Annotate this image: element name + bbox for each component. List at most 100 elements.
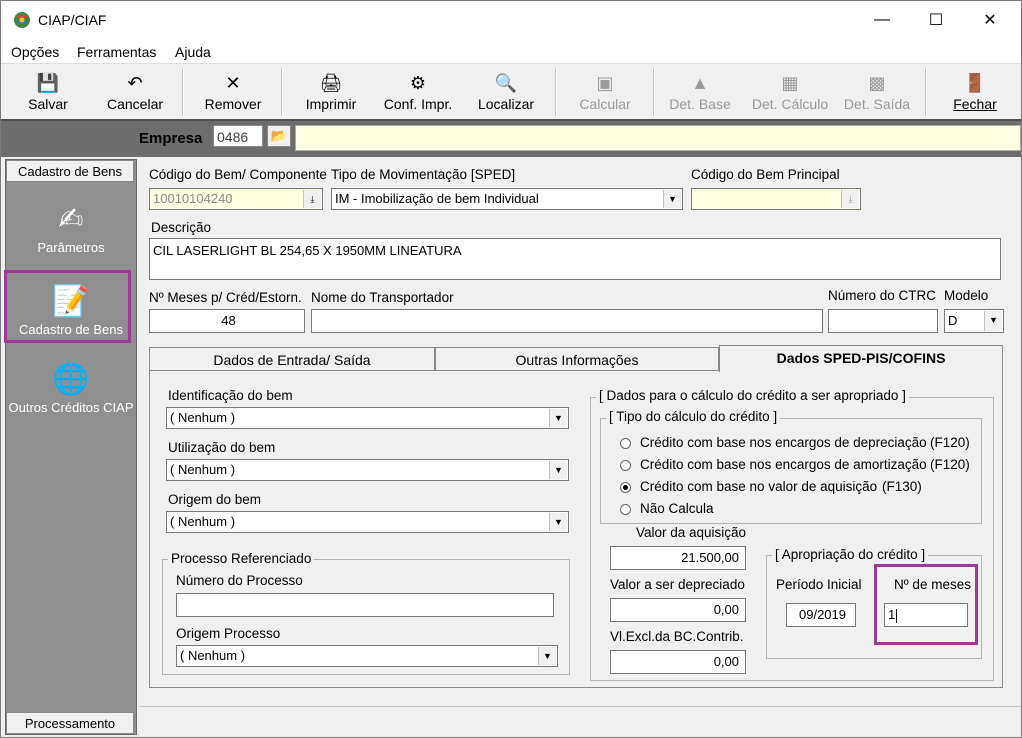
- ctrc-field[interactable]: [828, 309, 938, 333]
- transportador-label: Nome do Transportador: [311, 290, 454, 305]
- menu-ferramentas[interactable]: Ferramentas: [77, 44, 156, 60]
- exit-door-icon: 🚪: [963, 73, 987, 93]
- meses-label: Nº Meses p/ Créd/Estorn.: [149, 290, 302, 305]
- codigo-principal-label: Código do Bem Principal: [691, 167, 840, 182]
- apropriacao-group-title: [ Apropriação do crédito ]: [772, 547, 929, 562]
- origem-processo-label: Origem Processo: [176, 626, 281, 641]
- app-window: CIAP/CIAF — ☐ ✕ Opções Ferramentas Ajuda…: [0, 0, 1022, 738]
- transportador-field[interactable]: [311, 309, 823, 333]
- empresa-code-field[interactable]: 0486: [213, 125, 263, 147]
- tab-entrada-saida[interactable]: Dados de Entrada/ Saída: [149, 347, 435, 371]
- sidebar-footer[interactable]: Processamento: [6, 712, 134, 734]
- radio-valor-aquisicao[interactable]: [620, 482, 631, 493]
- sidebar-header[interactable]: Cadastro de Bens: [6, 160, 134, 182]
- sidebar: Cadastro de Bens ✍ Parâmetros 📝 Cadastro…: [5, 159, 137, 735]
- det-base-button[interactable]: ▲ Det. Base: [667, 64, 733, 120]
- window-title: CIAP/CIAF: [38, 12, 107, 28]
- det-calculo-button[interactable]: ▦ Det. Cálculo: [747, 64, 833, 120]
- empresa-label: Empresa: [139, 130, 203, 147]
- calculator-icon: ▦: [781, 73, 799, 93]
- radio-valor-aquisicao-label: Crédito com base no valor de aquisição: [640, 479, 878, 494]
- conf-impr-button[interactable]: ⚙ Conf. Impr.: [377, 64, 459, 120]
- minimize-button[interactable]: —: [859, 1, 905, 39]
- radio-nao-calcula-label: Não Calcula: [640, 501, 714, 516]
- origem-label: Origem do bem: [168, 492, 262, 507]
- app-globe-icon: [14, 12, 30, 28]
- valor-aquisicao-label: Valor da aquisição: [636, 525, 747, 540]
- menu-ajuda[interactable]: Ajuda: [175, 44, 211, 60]
- download-arrow-icon[interactable]: ⤓: [303, 190, 321, 208]
- output-detail-icon: ▩: [868, 73, 886, 93]
- valor-depreciado-field[interactable]: 0,00: [610, 598, 746, 622]
- chevron-down-icon[interactable]: ▼: [984, 311, 1002, 331]
- remove-x-icon: ✕: [225, 73, 241, 93]
- calculo-group-title: [ Dados para o cálculo do crédito a ser …: [596, 388, 909, 403]
- remover-button[interactable]: ✕ Remover: [199, 64, 267, 120]
- tipo-calculo-group-title: [ Tipo do cálculo do crédito ]: [606, 409, 781, 424]
- sidebar-item-outros-creditos[interactable]: 🌐 Outros Créditos CIAP: [6, 360, 136, 415]
- meses-field[interactable]: 48: [149, 309, 305, 333]
- tipo-mov-label: Tipo de Movimentação [SPED]: [331, 167, 516, 182]
- tab-sped-pis-cofins[interactable]: Dados SPED-PIS/COFINS: [719, 345, 1003, 372]
- modelo-select[interactable]: D ▼: [944, 309, 1004, 333]
- title-bar: CIAP/CIAF — ☐ ✕: [1, 1, 1021, 39]
- vl-excl-label: Vl.Excl.da BC.Contrib.: [610, 629, 744, 644]
- save-icon: 💾: [36, 73, 60, 93]
- sidebar-item-parametros[interactable]: ✍ Parâmetros: [6, 200, 136, 255]
- salvar-button[interactable]: 💾 Salvar: [19, 64, 77, 120]
- num-processo-label: Número do Processo: [176, 573, 303, 588]
- det-saida-button[interactable]: ▩ Det. Saída: [841, 64, 913, 120]
- origem-processo-select[interactable]: ( Nenhum ) ▼: [176, 645, 558, 667]
- nmeses-highlight: [874, 564, 978, 645]
- radio-nao-calcula[interactable]: [620, 504, 631, 515]
- descricao-field[interactable]: CIL LASERLIGHT BL 254,65 X 1950MM LINEAT…: [149, 238, 1001, 280]
- chevron-down-icon[interactable]: ▼: [549, 513, 567, 531]
- periodo-label: Período Inicial: [776, 577, 862, 592]
- fechar-button[interactable]: 🚪 Fechar: [945, 64, 1005, 120]
- periodo-field[interactable]: 09/2019: [786, 603, 856, 627]
- calcular-button[interactable]: ▣ Calcular: [573, 64, 637, 120]
- printer-icon: 🖨: [319, 73, 343, 93]
- empresa-name-field: [295, 125, 1021, 151]
- radio-depreciacao[interactable]: [620, 438, 631, 449]
- valor-aquisicao-field[interactable]: 21.500,00: [610, 546, 746, 570]
- utilizacao-select[interactable]: ( Nenhum ) ▼: [166, 459, 569, 481]
- utilizacao-label: Utilização do bem: [168, 440, 276, 455]
- empresa-bar: Empresa 0486 📂: [1, 119, 1021, 157]
- status-divider: [139, 706, 1021, 707]
- selection-highlight: [4, 270, 131, 343]
- toolbar: 💾 Salvar ↶ Cancelar ✕ Remover 🖨 Imprimir…: [1, 63, 1021, 120]
- descricao-label: Descrição: [151, 220, 212, 235]
- chevron-down-icon[interactable]: ▼: [549, 409, 567, 427]
- num-processo-field[interactable]: [176, 593, 554, 617]
- codigo-bem-label: Código do Bem/ Componente: [149, 167, 327, 182]
- chevron-down-icon[interactable]: ▼: [663, 190, 681, 208]
- open-folder-button[interactable]: 📂: [267, 125, 291, 147]
- undo-icon: ↶: [127, 73, 143, 93]
- cancelar-button[interactable]: ↶ Cancelar: [101, 64, 169, 120]
- download-arrow-icon[interactable]: ⤓: [841, 190, 859, 208]
- chevron-down-icon[interactable]: ▼: [549, 461, 567, 479]
- radio-valor-aquisicao-code: (F130): [882, 479, 922, 494]
- close-button[interactable]: ✕: [967, 1, 1013, 39]
- identificacao-label: Identificação do bem: [168, 388, 293, 403]
- search-document-icon: 🔍: [494, 73, 518, 93]
- codigo-principal-field[interactable]: ⤓: [691, 188, 861, 210]
- radio-depreciacao-label: Crédito com base nos encargos de depreci…: [640, 435, 927, 450]
- maximize-button[interactable]: ☐: [913, 1, 959, 39]
- imprimir-button[interactable]: 🖨 Imprimir: [297, 64, 365, 120]
- tipo-mov-select[interactable]: IM - Imobilização de bem Individual ▼: [331, 188, 683, 210]
- chevron-down-icon[interactable]: ▼: [538, 647, 556, 665]
- vl-excl-field[interactable]: 0,00: [610, 650, 746, 674]
- folder-icon: 📂: [270, 128, 288, 143]
- menu-opcoes[interactable]: Opções: [11, 44, 59, 60]
- localizar-button[interactable]: 🔍 Localizar: [473, 64, 539, 120]
- codigo-bem-field[interactable]: 10010104240 ⤓: [149, 188, 323, 210]
- tab-outras-informacoes[interactable]: Outras Informações: [435, 347, 719, 371]
- radio-amortizacao-label: Crédito com base nos encargos de amortiz…: [640, 457, 927, 472]
- identificacao-select[interactable]: ( Nenhum ) ▼: [166, 407, 569, 429]
- base-detail-icon: ▲: [691, 73, 709, 93]
- radio-amortizacao[interactable]: [620, 460, 631, 471]
- printer-setup-icon: ⚙: [409, 73, 427, 93]
- origem-select[interactable]: ( Nenhum ) ▼: [166, 511, 569, 533]
